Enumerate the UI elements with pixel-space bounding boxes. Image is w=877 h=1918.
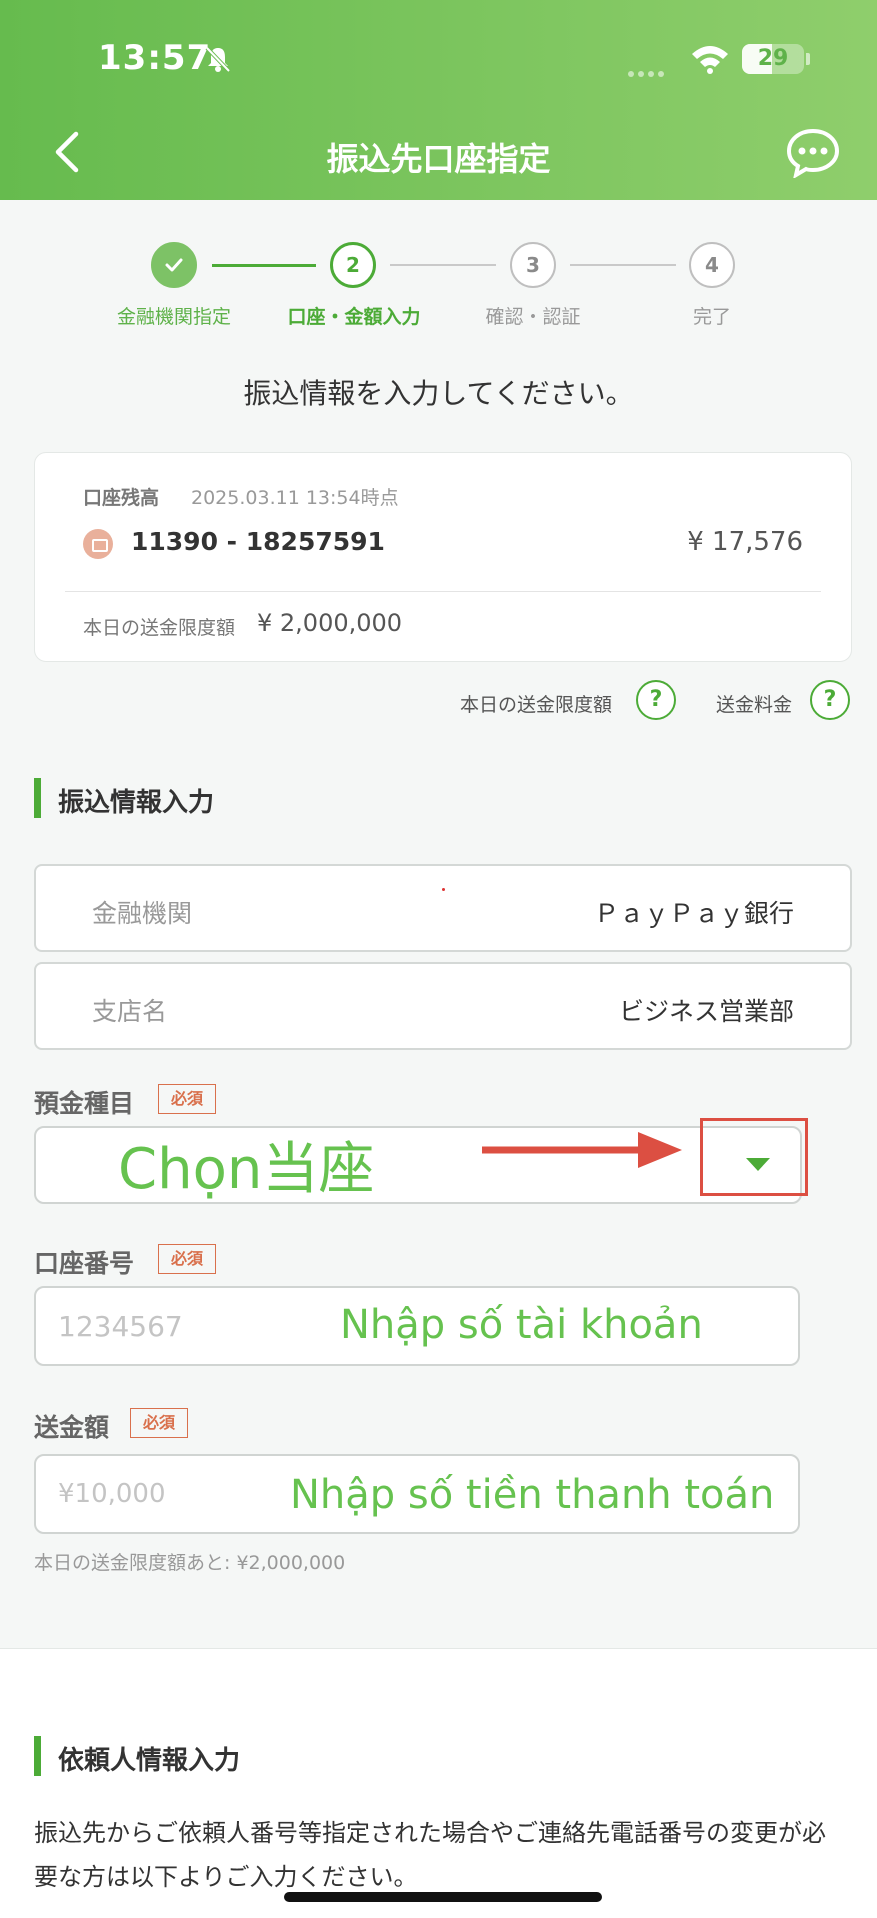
required-badge: 必須 xyxy=(130,1408,188,1438)
account-card-icon xyxy=(83,529,113,559)
cellular-signal-icon xyxy=(628,62,668,81)
balance-timestamp: 2025.03.11 13:54時点 xyxy=(191,487,399,509)
branch-field-label: 支店名 xyxy=(92,997,168,1026)
branch-field-value: ビジネス営業部 xyxy=(618,997,794,1026)
step-2-circle: 2 xyxy=(330,242,376,288)
checkmark-icon xyxy=(165,258,183,272)
bank-field[interactable]: 金融機関 ＰａｙＰａｙ銀行 xyxy=(34,864,852,952)
annotation-arrow-icon xyxy=(482,1132,682,1168)
wifi-icon xyxy=(692,46,728,74)
account-number: 11390 - 18257591 xyxy=(131,527,385,556)
battery-level: 29 xyxy=(757,46,789,71)
account-number-input[interactable] xyxy=(58,1306,358,1346)
bank-field-value: ＰａｙＰａｙ銀行 xyxy=(593,899,794,928)
step-4-circle: 4 xyxy=(689,242,735,288)
app-header: 13:57 29 振込先口座指定 xyxy=(0,0,877,200)
step-connector-3 xyxy=(570,264,676,266)
branch-field[interactable]: 支店名 ビジネス営業部 xyxy=(34,962,852,1050)
battery-indicator: 29 xyxy=(742,44,804,74)
daily-limit-value: ¥ 2,000,000 xyxy=(257,609,403,637)
bell-muted-icon xyxy=(205,46,231,73)
chat-bubble-icon[interactable] xyxy=(786,128,840,178)
step-connector-1 xyxy=(212,264,316,267)
amount-label: 送金額 xyxy=(34,1413,110,1442)
transfer-section-title: 振込情報入力 xyxy=(58,788,215,818)
help-limit-question-icon[interactable]: ? xyxy=(636,680,676,720)
card-divider xyxy=(65,591,821,592)
annotation-enter-account: Nhập số tài khoản xyxy=(340,1302,703,1348)
status-time: 13:57 xyxy=(98,38,212,78)
required-badge: 必須 xyxy=(158,1084,216,1114)
section-accent-bar xyxy=(34,1736,41,1776)
step-1-label: 金融機関指定 xyxy=(116,306,231,328)
account-number-label: 口座番号 xyxy=(34,1249,135,1278)
requester-section-title: 依頼人情報入力 xyxy=(58,1746,241,1776)
stray-dot xyxy=(442,888,445,891)
required-badge: 必須 xyxy=(158,1244,216,1274)
step-1-circle xyxy=(151,242,197,288)
step-4-label: 完了 xyxy=(692,306,731,328)
page-title: 振込先口座指定 xyxy=(326,140,551,178)
annotation-enter-amount: Nhập số tiền thanh toán xyxy=(290,1472,775,1518)
annotation-select-type: Chọn当座 xyxy=(118,1137,375,1202)
bank-field-label: 金融機関 xyxy=(92,899,193,928)
help-limit-label: 本日の送金限度額 xyxy=(460,694,613,716)
balance-label: 口座残高 xyxy=(83,487,160,509)
daily-limit-label: 本日の送金限度額 xyxy=(83,617,236,639)
step-2-label: 口座・金額入力 xyxy=(287,306,421,328)
remaining-limit-hint: 本日の送金限度額あと: ¥2,000,000 xyxy=(34,1552,346,1574)
home-indicator xyxy=(284,1892,602,1902)
deposit-type-label: 預金種目 xyxy=(34,1089,135,1118)
help-fee-question-icon[interactable]: ? xyxy=(810,680,850,720)
requester-description-line-1: 振込先からご依頼人番号等指定された場合やご連絡先電話番号の変更が必 xyxy=(34,1819,826,1847)
account-card: 口座残高 2025.03.11 13:54時点 11390 - 18257591… xyxy=(34,452,852,662)
step-3-circle: 3 xyxy=(510,242,556,288)
account-balance: ¥ 17,576 xyxy=(687,527,803,557)
section-accent-bar xyxy=(34,778,41,818)
step-connector-2 xyxy=(390,264,496,266)
instruction-text: 振込情報を入力してください。 xyxy=(243,377,634,410)
annotation-highlight-box xyxy=(700,1118,808,1196)
step-3-label: 確認・認証 xyxy=(485,306,581,328)
help-fee-label: 送金料金 xyxy=(716,694,793,716)
